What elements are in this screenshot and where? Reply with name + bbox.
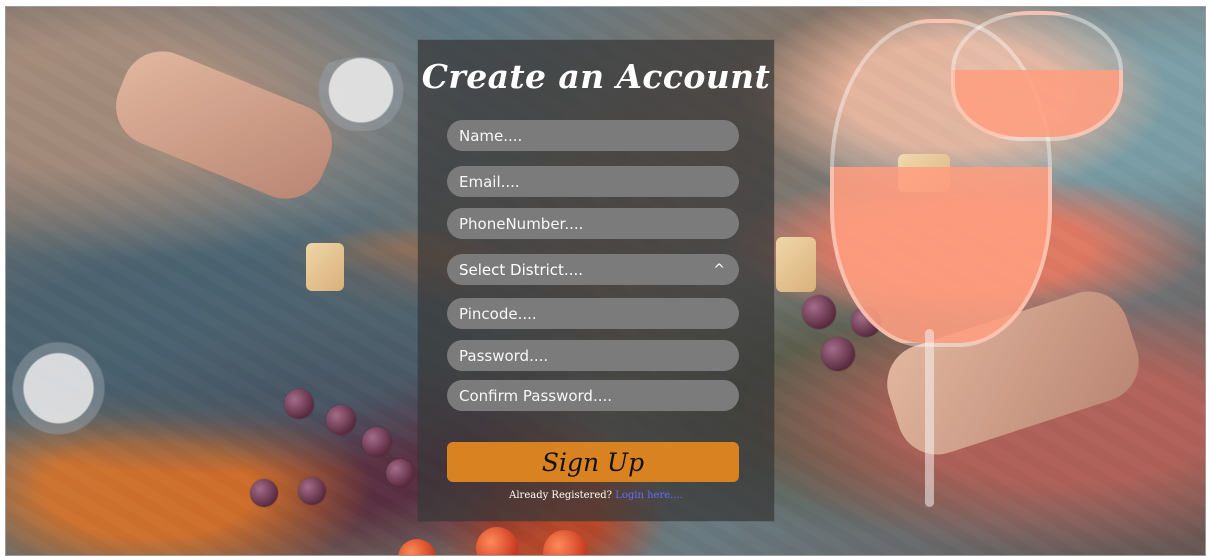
signup-panel: Create an Account Select District.... ^ … — [418, 40, 774, 521]
phone-number-field[interactable] — [447, 208, 739, 239]
grape — [821, 337, 855, 371]
district-select-value: Select District.... — [459, 260, 583, 279]
grape — [386, 459, 414, 487]
grape — [362, 427, 392, 457]
email-field[interactable] — [447, 166, 739, 197]
password-field[interactable] — [447, 340, 739, 371]
grape — [326, 405, 356, 435]
plate-left — [6, 341, 111, 446]
wine-glass-stem — [925, 329, 934, 507]
cheese-piece — [776, 237, 816, 292]
pincode-field[interactable] — [447, 298, 739, 329]
chevron-up-icon: ^ — [713, 261, 725, 278]
hand-left — [104, 39, 344, 211]
tomato — [476, 527, 518, 555]
grape — [284, 389, 314, 419]
cheese-piece — [306, 243, 344, 291]
grape — [250, 479, 278, 507]
name-field[interactable] — [447, 120, 739, 151]
grape — [298, 477, 326, 505]
login-prompt-line: Already Registered? Login here.... — [418, 490, 774, 501]
tomato — [543, 530, 587, 555]
page-title: Create an Account — [421, 57, 771, 96]
tomato — [398, 539, 436, 555]
confirm-password-field[interactable] — [447, 380, 739, 411]
sign-up-button[interactable]: Sign Up — [447, 442, 739, 482]
wine-glass-bowl-back — [951, 11, 1123, 141]
grape — [802, 295, 836, 329]
already-registered-text: Already Registered? — [509, 490, 613, 501]
district-select[interactable]: Select District.... ^ — [447, 254, 739, 285]
login-link[interactable]: Login here.... — [615, 490, 683, 501]
